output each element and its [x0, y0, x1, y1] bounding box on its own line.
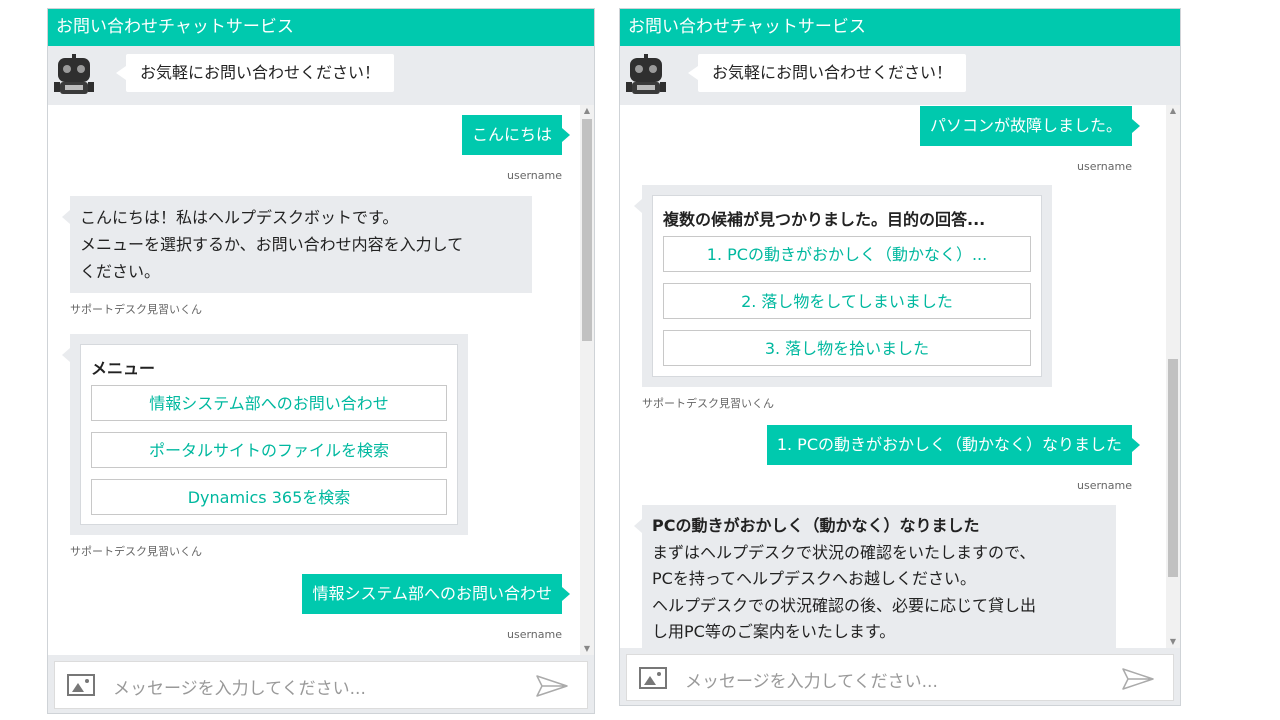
image-upload-icon[interactable] — [639, 667, 667, 689]
greeting-bar: お気軽にお問い合わせください！ — [48, 46, 594, 104]
candidate-option-found-item[interactable]: 3. 落し物を拾いました — [663, 330, 1031, 366]
image-upload-icon[interactable] — [67, 674, 95, 696]
candidates-card: 複数の候補が見つかりました。目的の回答... 1. PCの動きがおかしく（動かな… — [634, 185, 1052, 387]
message-sender: サポートデスク見習いくん — [70, 545, 202, 558]
message-input[interactable]: メッセージを入力してください... — [54, 661, 588, 709]
message-sender: username — [1077, 479, 1132, 492]
candidates-title: 複数の候補が見つかりました。目的の回答... — [663, 210, 986, 229]
send-icon[interactable] — [1121, 667, 1155, 691]
candidates-card-inner: 複数の候補が見つかりました。目的の回答... 1. PCの動きがおかしく（動かな… — [652, 195, 1042, 377]
greeting-bar: お気軽にお問い合わせください！ — [620, 46, 1180, 104]
chat-window-left: お問い合わせチャットサービス お気軽にお問い合わせください！ こんにちは use… — [47, 8, 595, 714]
scrollbar-thumb[interactable] — [582, 119, 592, 341]
menu-option-dynamics-search[interactable]: Dynamics 365を検索 — [91, 479, 447, 515]
menu-option-contact-is[interactable]: 情報システム部へのお問い合わせ — [91, 385, 447, 421]
message-input-placeholder: メッセージを入力してください... — [113, 679, 366, 699]
bot-message: こんにちは！私はヘルプデスクボットです。 メニューを選択するか、お問い合わせ内容… — [62, 196, 532, 293]
chat-window-right: お問い合わせチャットサービス お気軽にお問い合わせください！ パソコンが故障しま… — [619, 8, 1181, 706]
chat-scrollbar[interactable]: ▲ ▼ — [1166, 105, 1180, 648]
robot-avatar-icon — [54, 54, 94, 94]
message-input-bar: メッセージを入力してください... — [48, 655, 594, 713]
scroll-up-icon[interactable]: ▲ — [1166, 105, 1180, 117]
chat-log[interactable]: こんにちは username こんにちは！私はヘルプデスクボットです。 メニュー… — [48, 105, 580, 655]
bot-answer-title: PCの動きがおかしく（動かなく）なりました — [652, 516, 980, 535]
candidate-option-pc-malfunction[interactable]: 1. PCの動きがおかしく（動かなく）... — [663, 236, 1031, 272]
bot-message-line: まずはヘルプデスクで状況の確認をいたしますので、 — [652, 542, 1036, 562]
scroll-down-icon[interactable]: ▼ — [1166, 636, 1180, 648]
message-input-placeholder: メッセージを入力してください... — [685, 672, 938, 692]
message-sender: サポートデスク見習いくん — [70, 303, 202, 316]
bot-message-line: PCを持ってヘルプデスクへお越しください。 — [652, 569, 977, 588]
chat-title: お問い合わせチャットサービス — [48, 9, 594, 46]
send-icon[interactable] — [535, 674, 569, 698]
message-sender: サポートデスク見習いくん — [642, 397, 774, 410]
robot-avatar-icon — [626, 54, 666, 94]
message-sender: username — [507, 169, 562, 182]
menu-title: メニュー — [91, 359, 156, 378]
chat-log[interactable]: パソコンが故障しました。 username 複数の候補が見つかりました。目的の回… — [620, 105, 1166, 648]
user-message: こんにちは — [461, 115, 571, 155]
greeting-bubble: お気軽にお問い合わせください！ — [687, 54, 967, 92]
menu-card: メニュー 情報システム部へのお問い合わせ ポータルサイトのファイルを検索 Dyn… — [62, 334, 468, 535]
message-sender: username — [507, 628, 562, 641]
scroll-up-icon[interactable]: ▲ — [580, 105, 594, 117]
bot-message-line: ください。 — [80, 262, 161, 281]
menu-option-portal-search[interactable]: ポータルサイトのファイルを検索 — [91, 432, 447, 468]
message-input-bar: メッセージを入力してください... — [620, 648, 1180, 705]
user-message: 情報システム部へのお問い合わせ — [302, 574, 570, 614]
candidate-option-lost-item[interactable]: 2. 落し物をしてしまいました — [663, 283, 1031, 319]
bot-message-line: ヘルプデスクでの状況確認の後、必要に応じて貸し出 — [652, 595, 1037, 615]
greeting-bubble: お気軽にお問い合わせください！ — [115, 54, 395, 92]
user-message: 1. PCの動きがおかしく（動かなく）なりました — [766, 425, 1141, 465]
bot-message-line: メニューを選択するか、お問い合わせ内容を入力して — [80, 235, 464, 254]
scrollbar-thumb[interactable] — [1168, 359, 1178, 577]
user-message: パソコンが故障しました。 — [919, 106, 1141, 146]
bot-message: PCの動きがおかしく（動かなく）なりました まずはヘルプデスクで状況の確認をいた… — [634, 505, 1116, 648]
scroll-down-icon[interactable]: ▼ — [580, 643, 594, 655]
message-sender: username — [1077, 160, 1132, 173]
menu-card-inner: メニュー 情報システム部へのお問い合わせ ポータルサイトのファイルを検索 Dyn… — [80, 344, 458, 525]
bot-message-line: し用PC等のご案内をいたします。 — [652, 622, 896, 641]
message-input[interactable]: メッセージを入力してください... — [626, 654, 1174, 701]
bot-message-line: こんにちは！私はヘルプデスクボットです。 — [80, 208, 399, 227]
chat-title: お問い合わせチャットサービス — [620, 9, 1180, 46]
chat-scrollbar[interactable]: ▲ ▼ — [580, 105, 594, 655]
